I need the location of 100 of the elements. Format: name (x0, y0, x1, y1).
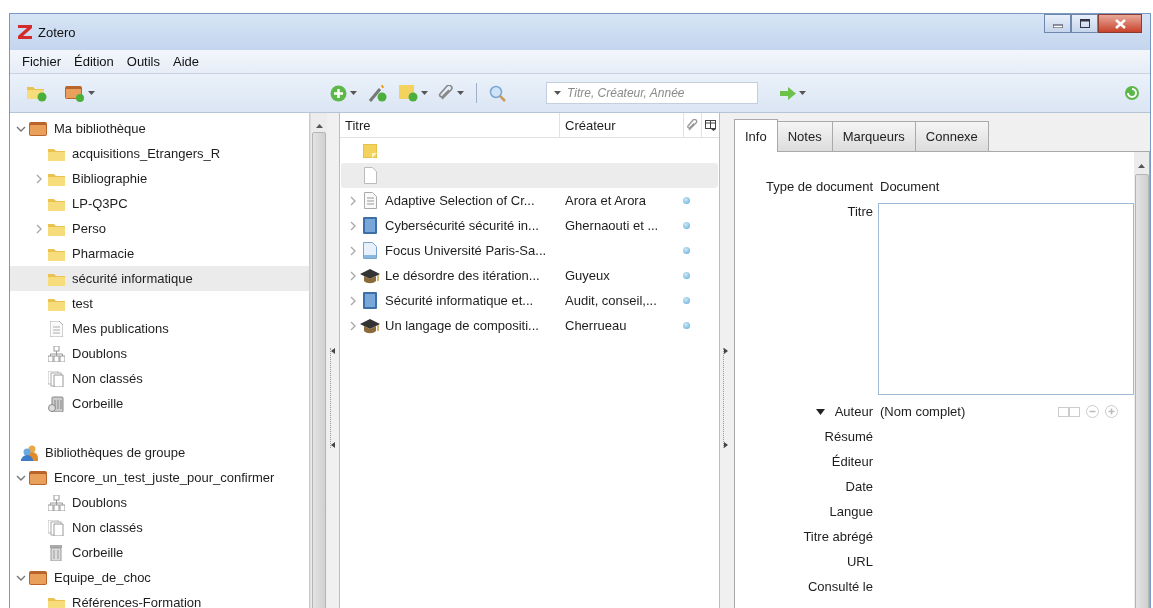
tree-item[interactable]: Références-Formation (10, 590, 309, 608)
item-row[interactable]: Le désordre des itération... Guyeux (341, 263, 718, 288)
hierarchy-icon (47, 345, 65, 362)
column-header[interactable]: Titre (340, 113, 560, 137)
people-icon (20, 444, 38, 461)
tree-item[interactable]: Doublons (10, 341, 309, 366)
switch-name-icon[interactable] (1058, 406, 1080, 417)
column-header[interactable]: Créateur (560, 113, 684, 137)
folder-icon (47, 171, 65, 186)
arrow-icon (780, 86, 796, 100)
library-icon (29, 570, 47, 585)
maximize-button[interactable] (1071, 14, 1098, 33)
menu-item[interactable]: Aide (173, 54, 200, 69)
title-field[interactable] (878, 203, 1134, 395)
field-label: URL (847, 554, 873, 569)
plus-icon[interactable] (1105, 405, 1118, 418)
chevron-icon[interactable] (34, 223, 44, 234)
note-plus-icon (399, 84, 418, 102)
splitter-handle[interactable] (329, 348, 337, 448)
tree-item[interactable]: Doublons (10, 490, 309, 515)
folder-icon (47, 196, 65, 211)
tree-item[interactable]: Perso (10, 216, 309, 241)
tab[interactable]: Info (734, 119, 778, 152)
new-note-button[interactable] (397, 82, 430, 104)
tree-item[interactable]: Bibliothèques de groupe (10, 440, 309, 465)
folder-icon (47, 146, 65, 161)
menu-item[interactable]: Édition (74, 54, 114, 69)
caret-icon (799, 91, 806, 95)
item-row[interactable]: Un langage de compositi... Cherrueau (341, 313, 718, 338)
tree-item[interactable]: Corbeille (10, 391, 309, 416)
tree-item[interactable]: Pharmacie (10, 241, 309, 266)
add-by-identifier-button[interactable] (367, 82, 389, 104)
caret-icon[interactable] (554, 91, 561, 95)
item-row[interactable]: Cybersécurité sécurité in... Ghernaouti et ... (341, 213, 718, 238)
field-label: Titre (847, 204, 873, 219)
field-label: Auteur (834, 404, 873, 419)
sync-button[interactable] (1122, 83, 1142, 103)
tree-item[interactable]: Ma bibliothèque (10, 116, 309, 141)
library-icon (29, 470, 47, 485)
triangle-icon (330, 442, 335, 448)
up-arrow-icon (1138, 164, 1145, 168)
field-label: Titre abrégé (803, 529, 873, 544)
splitter-handle[interactable] (722, 348, 730, 448)
tab[interactable]: Notes (776, 121, 833, 151)
hierarchy-icon (47, 494, 65, 511)
triangle-icon (330, 348, 335, 354)
tree-item[interactable]: Mes publications (10, 316, 309, 341)
tree-item[interactable]: sécurité informatique (10, 266, 309, 291)
trash-icon (50, 544, 62, 561)
paperclip-icon (438, 85, 454, 101)
note-icon (363, 143, 377, 158)
caret-icon (88, 91, 95, 95)
graduation-cap-icon (360, 317, 380, 334)
triangle-icon[interactable] (815, 408, 825, 415)
close-button[interactable] (1098, 14, 1142, 33)
item-row[interactable]: Adaptive Selection of Cr... Arora et Arora (341, 188, 718, 213)
plus-icon (330, 84, 347, 102)
book-icon (363, 217, 377, 234)
item-row[interactable]: Focus Université Paris-Sa... (341, 238, 718, 263)
search-icon (489, 84, 506, 102)
folder-icon (47, 221, 65, 236)
caret-icon (421, 91, 428, 95)
tab[interactable]: Connexe (914, 121, 989, 151)
field-label: Consulté le (807, 579, 873, 594)
tree-item[interactable]: Corbeille (10, 540, 309, 565)
pages-icon (48, 519, 64, 536)
chevron-icon[interactable] (348, 295, 358, 306)
field-value[interactable]: Document (880, 179, 940, 194)
chevron-icon[interactable] (34, 173, 44, 184)
maximize-icon (1079, 19, 1090, 28)
chevron-icon[interactable] (348, 245, 358, 256)
chevron-icon[interactable] (348, 195, 358, 206)
tree-item[interactable]: Bibliographie (10, 166, 309, 191)
wand-icon (369, 84, 387, 102)
menu-item[interactable]: Fichier (22, 54, 61, 69)
tree-item[interactable]: Non classés (10, 515, 309, 540)
menu-item[interactable]: Outils (126, 54, 160, 69)
sync-icon (1124, 85, 1140, 101)
chevron-icon[interactable] (348, 270, 358, 281)
folder-icon (47, 296, 65, 311)
tree-item[interactable]: test (10, 291, 309, 316)
tree-item[interactable]: LP-Q3PC (10, 191, 309, 216)
paperclip-icon (687, 119, 698, 131)
field-value[interactable]: (Nom complet) (880, 404, 966, 419)
book-icon (363, 292, 377, 309)
tab[interactable]: Marqueurs (831, 121, 916, 151)
search-field[interactable]: Titre, Créateur, Année (546, 82, 758, 104)
minus-icon[interactable] (1086, 405, 1099, 418)
chevron-icon[interactable] (348, 220, 358, 231)
tree-item[interactable]: Equipe_de_choc (10, 565, 309, 590)
logo-icon (18, 25, 32, 39)
tree-item[interactable]: Encore_un_test_juste_pour_confirmer (10, 465, 309, 490)
scrollbar[interactable] (310, 113, 327, 608)
locate-button[interactable] (778, 84, 808, 102)
close-icon (1114, 18, 1126, 29)
item-row[interactable]: Sécurité informatique et... Audit, conseil,... (341, 288, 718, 313)
chevron-icon[interactable] (348, 320, 358, 331)
scrollbar[interactable] (1134, 152, 1149, 608)
tree-item[interactable]: acquisitions_Etrangers_R (10, 141, 309, 166)
tree-item[interactable]: Non classés (10, 366, 309, 391)
